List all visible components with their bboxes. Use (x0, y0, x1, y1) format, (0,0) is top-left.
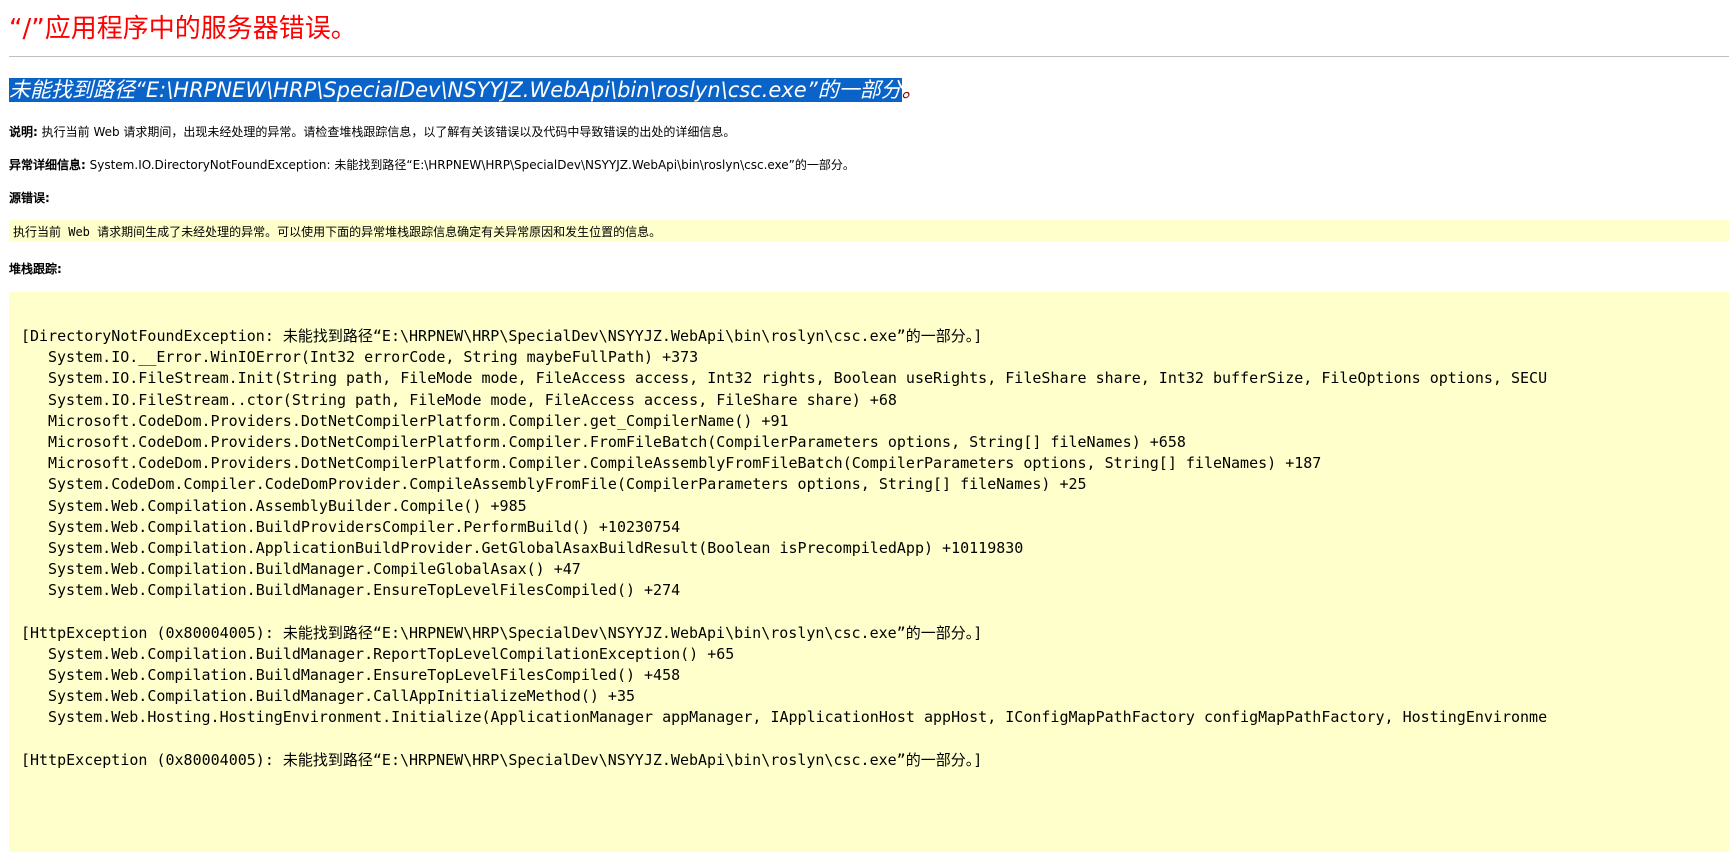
description-line: 说明: 执行当前 Web 请求期间，出现未经处理的异常。请检查堆栈跟踪信息，以了… (9, 123, 735, 140)
stack-frame: System.Web.Compilation.BuildManager.Ensu… (48, 581, 681, 600)
stack-trace-line: 堆栈跟踪: (9, 260, 62, 277)
stack-trace-label: 堆栈跟踪: (9, 262, 62, 276)
stack-frame: System.Web.Compilation.AssemblyBuilder.C… (48, 496, 527, 515)
stack-frame: System.Web.Compilation.BuildProvidersCom… (48, 517, 681, 536)
error-heading-selected-text[interactable]: 未能找到路径“E:\HRPNEW\HRP\SpecialDev\NSYYJZ.W… (9, 78, 902, 102)
description-label: 说明: (9, 125, 38, 139)
exception-details-line: 异常详细信息: System.IO.DirectoryNotFoundExcep… (9, 156, 855, 173)
stack-trace-box: [DirectoryNotFoundException: 未能找到路径“E:\H… (9, 292, 1729, 852)
description-text: 执行当前 Web 请求期间，出现未经处理的异常。请检查堆栈跟踪信息，以了解有关该… (37, 125, 736, 139)
stack-frame: System.Web.Compilation.BuildManager.Repo… (48, 644, 735, 663)
page-title: “/”应用程序中的服务器错误。 (9, 14, 357, 44)
exception-details-label: 异常详细信息: (9, 158, 86, 172)
stack-frame: System.IO.FileStream..ctor(String path, … (48, 390, 897, 409)
stack-frame: Microsoft.CodeDom.Providers.DotNetCompil… (48, 411, 789, 430)
title-divider (9, 56, 1729, 57)
stack-frame: Microsoft.CodeDom.Providers.DotNetCompil… (48, 454, 1322, 473)
stack-blank-line (21, 601, 1547, 622)
stack-exception-header: [HttpException (0x80004005): 未能找到路径“E:\H… (21, 750, 983, 769)
stack-frame: System.Web.Compilation.BuildManager.Ensu… (48, 666, 681, 684)
stack-exception-header: [HttpException (0x80004005): 未能找到路径“E:\H… (21, 623, 983, 642)
stack-frame: System.Web.Hosting.HostingEnvironment.In… (48, 708, 1548, 727)
stack-exception-header: [DirectoryNotFoundException: 未能找到路径“E:\H… (21, 327, 983, 345)
stack-frame: System.Web.Compilation.BuildManager.Comp… (48, 560, 581, 579)
error-page: “/”应用程序中的服务器错误。 未能找到路径“E:\HRPNEW\HRP\Spe… (0, 0, 1729, 852)
stack-frame: System.Web.Compilation.BuildManager.Call… (48, 687, 635, 706)
source-error-label: 源错误: (9, 191, 50, 205)
stack-frame: Microsoft.CodeDom.Providers.DotNetCompil… (48, 432, 1186, 451)
source-error-text: 执行当前 Web 请求期间生成了未经处理的异常。可以使用下面的异常堆栈跟踪信息确… (13, 225, 662, 239)
error-heading-suffix: 。 (901, 78, 923, 102)
error-heading[interactable]: 未能找到路径“E:\HRPNEW\HRP\SpecialDev\NSYYJZ.W… (9, 74, 923, 104)
source-error-box: 执行当前 Web 请求期间生成了未经处理的异常。可以使用下面的异常堆栈跟踪信息确… (9, 220, 1729, 242)
stack-blank-line (21, 729, 1547, 750)
exception-details-text: System.IO.DirectoryNotFoundException: 未能… (85, 158, 855, 172)
stack-frame: System.Web.Compilation.ApplicationBuildP… (48, 538, 1024, 557)
stack-frame: System.IO.__Error.WinIOError(Int32 error… (48, 348, 699, 367)
stack-frame: System.IO.FileStream.Init(String path, F… (48, 369, 1548, 388)
stack-frame: System.CodeDom.Compiler.CodeDomProvider.… (48, 475, 1087, 494)
stack-trace-lines: [DirectoryNotFoundException: 未能找到路径“E:\H… (21, 326, 1547, 771)
source-error-line: 源错误: (9, 189, 50, 206)
